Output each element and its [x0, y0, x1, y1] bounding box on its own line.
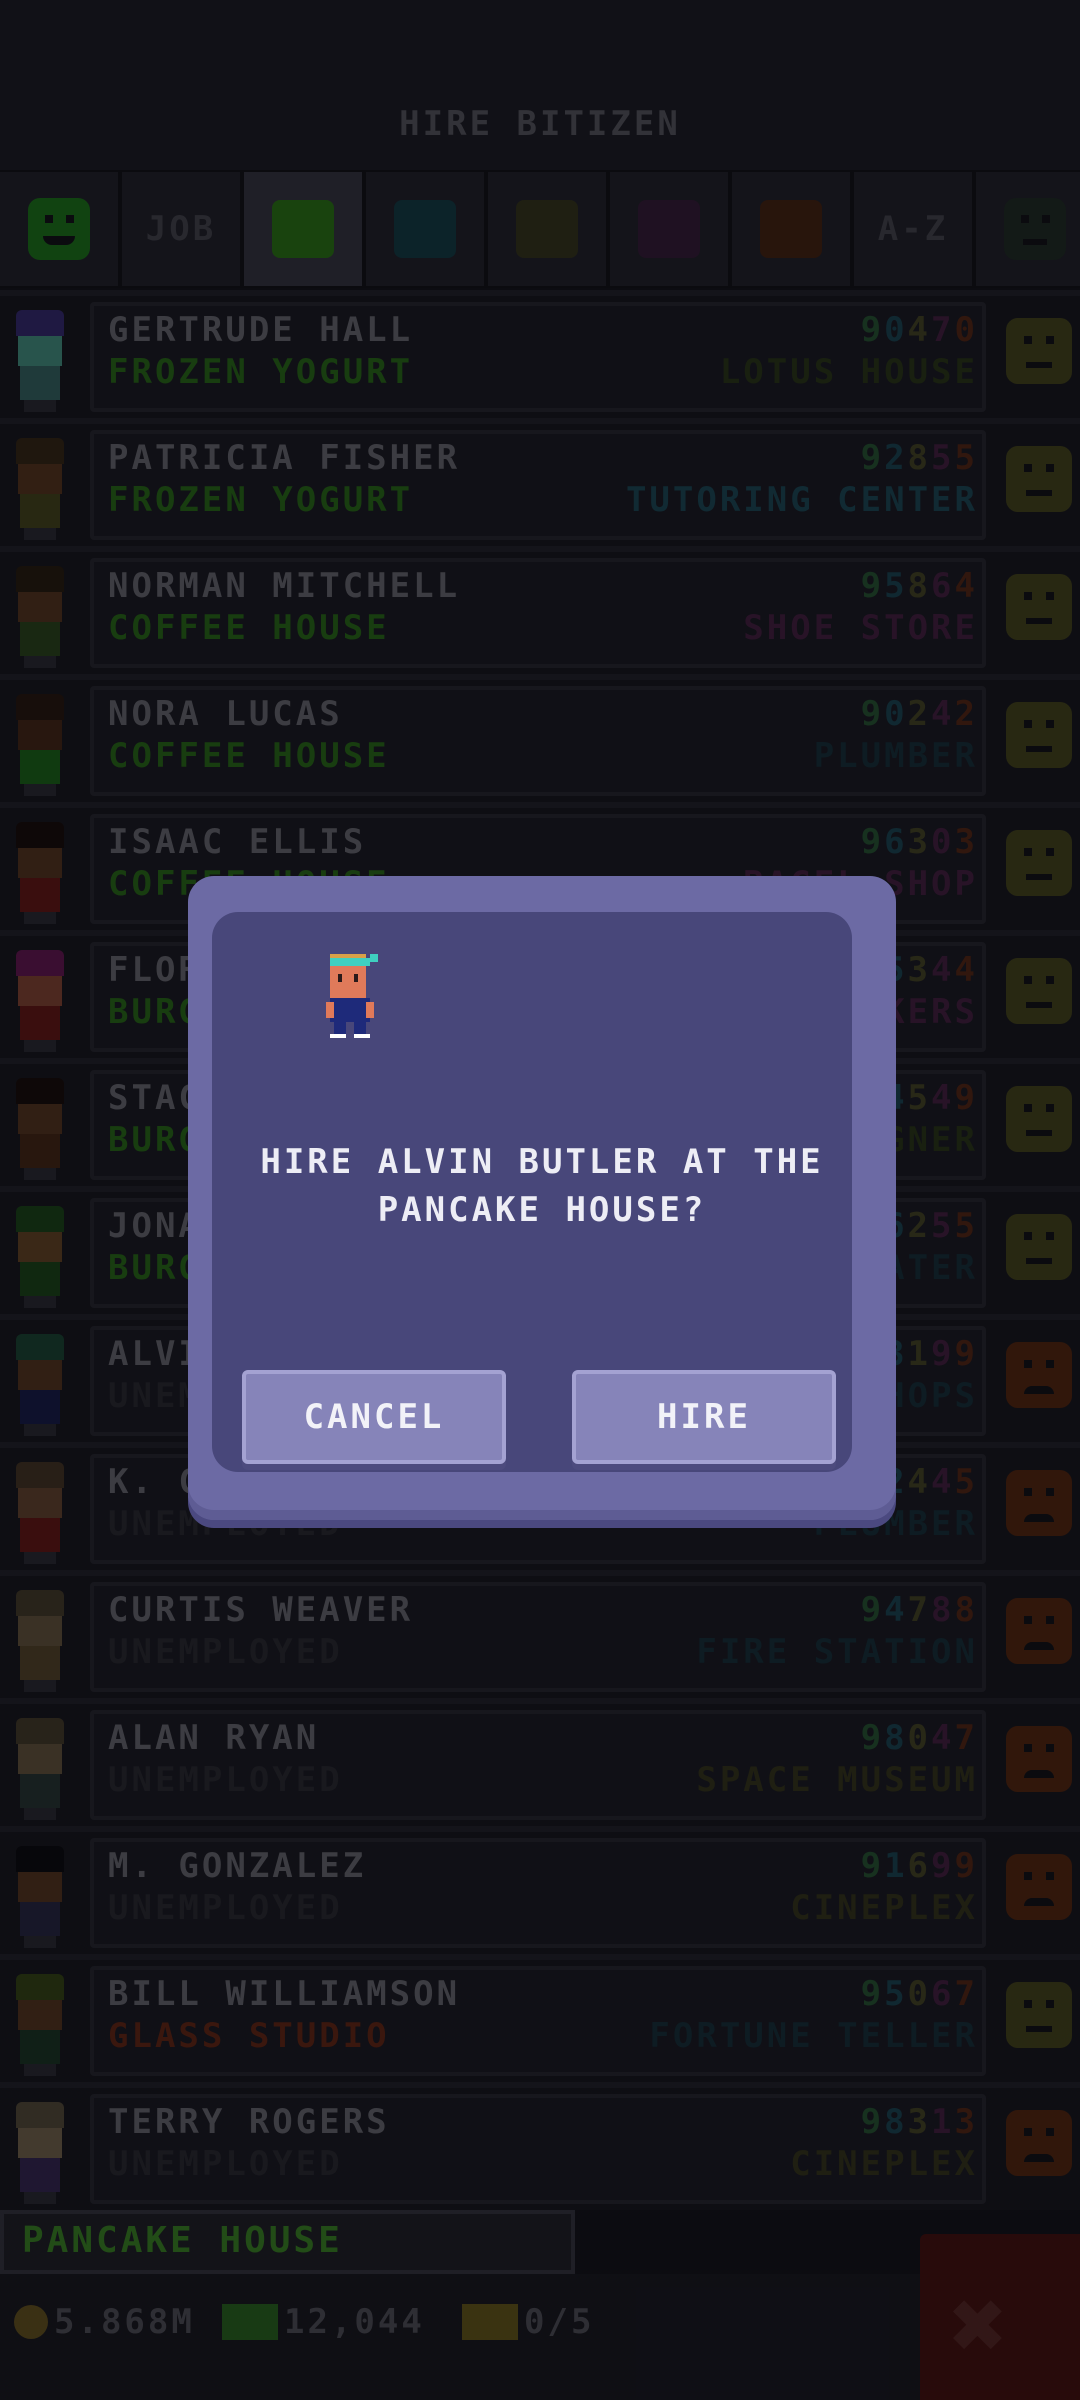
hire-dialog-message: HIRE ALVIN BUTLER AT THE PANCAKE HOUSE? — [260, 1142, 824, 1230]
hire-button[interactable]: HIRE — [572, 1370, 836, 1464]
cancel-button[interactable]: CANCEL — [242, 1370, 506, 1464]
bitizen-avatar-icon — [326, 954, 378, 1038]
